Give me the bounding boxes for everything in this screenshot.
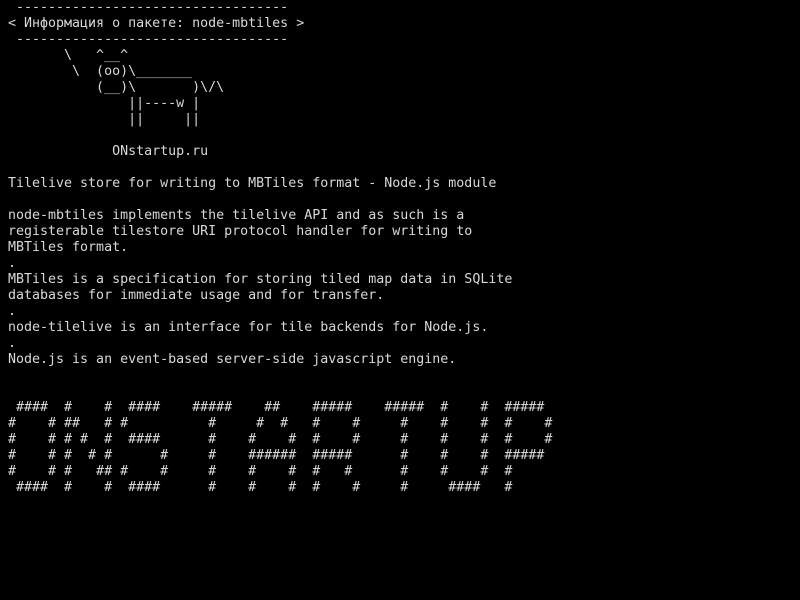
cowsay-art-line: \ ^__^: [8, 48, 129, 63]
banner-art-line: # # ## # # # # # # # # # # # #: [8, 416, 553, 431]
description-line: Node.js is an event-based server-side ja…: [8, 352, 457, 367]
cowsay-art-line: (__)\ )\/\: [8, 80, 225, 95]
description-line: databases for immediate usage and for tr…: [8, 288, 385, 303]
message-box-top-border: ----------------------------------: [8, 0, 289, 15]
terminal-screen[interactable]: ---------------------------------- < Инф…: [0, 0, 800, 600]
description-line: MBTiles is a specification for storing t…: [8, 272, 513, 287]
description-line: node-mbtiles implements the tilelive API…: [8, 208, 465, 223]
description-line: node-tilelive is an interface for tile b…: [8, 320, 489, 335]
banner-art-line: # # # # # #### # # # # # # # # # #: [8, 432, 553, 447]
message-box-bottom-border: ----------------------------------: [8, 32, 289, 47]
package-info-title: < Информация о пакете: node-mbtiles >: [8, 16, 305, 31]
package-summary: Tilelive store for writing to MBTiles fo…: [8, 176, 497, 191]
banner-art-line: # # # # # # # ###### ##### # # # #####: [8, 448, 545, 463]
description-separator: .: [8, 304, 17, 319]
description-separator: .: [8, 256, 17, 271]
banner-art-line: #### # # #### ##### ## ##### ##### # # #…: [8, 400, 545, 415]
site-name: ONstartup.ru: [8, 144, 209, 159]
description-line: registerable tilestore URI protocol hand…: [8, 224, 473, 239]
cowsay-art-line: || ||: [8, 112, 201, 127]
description-separator: .: [8, 336, 17, 351]
cowsay-art-line: ||----w |: [8, 96, 201, 111]
banner-art-line: #### # # #### # # # # # # #### #: [8, 480, 513, 495]
cowsay-art-line: \ (oo)\_______: [8, 64, 193, 79]
description-line: MBTiles format.: [8, 240, 129, 255]
banner-art-line: # # # ## # # # # # # # # # # #: [8, 464, 513, 479]
